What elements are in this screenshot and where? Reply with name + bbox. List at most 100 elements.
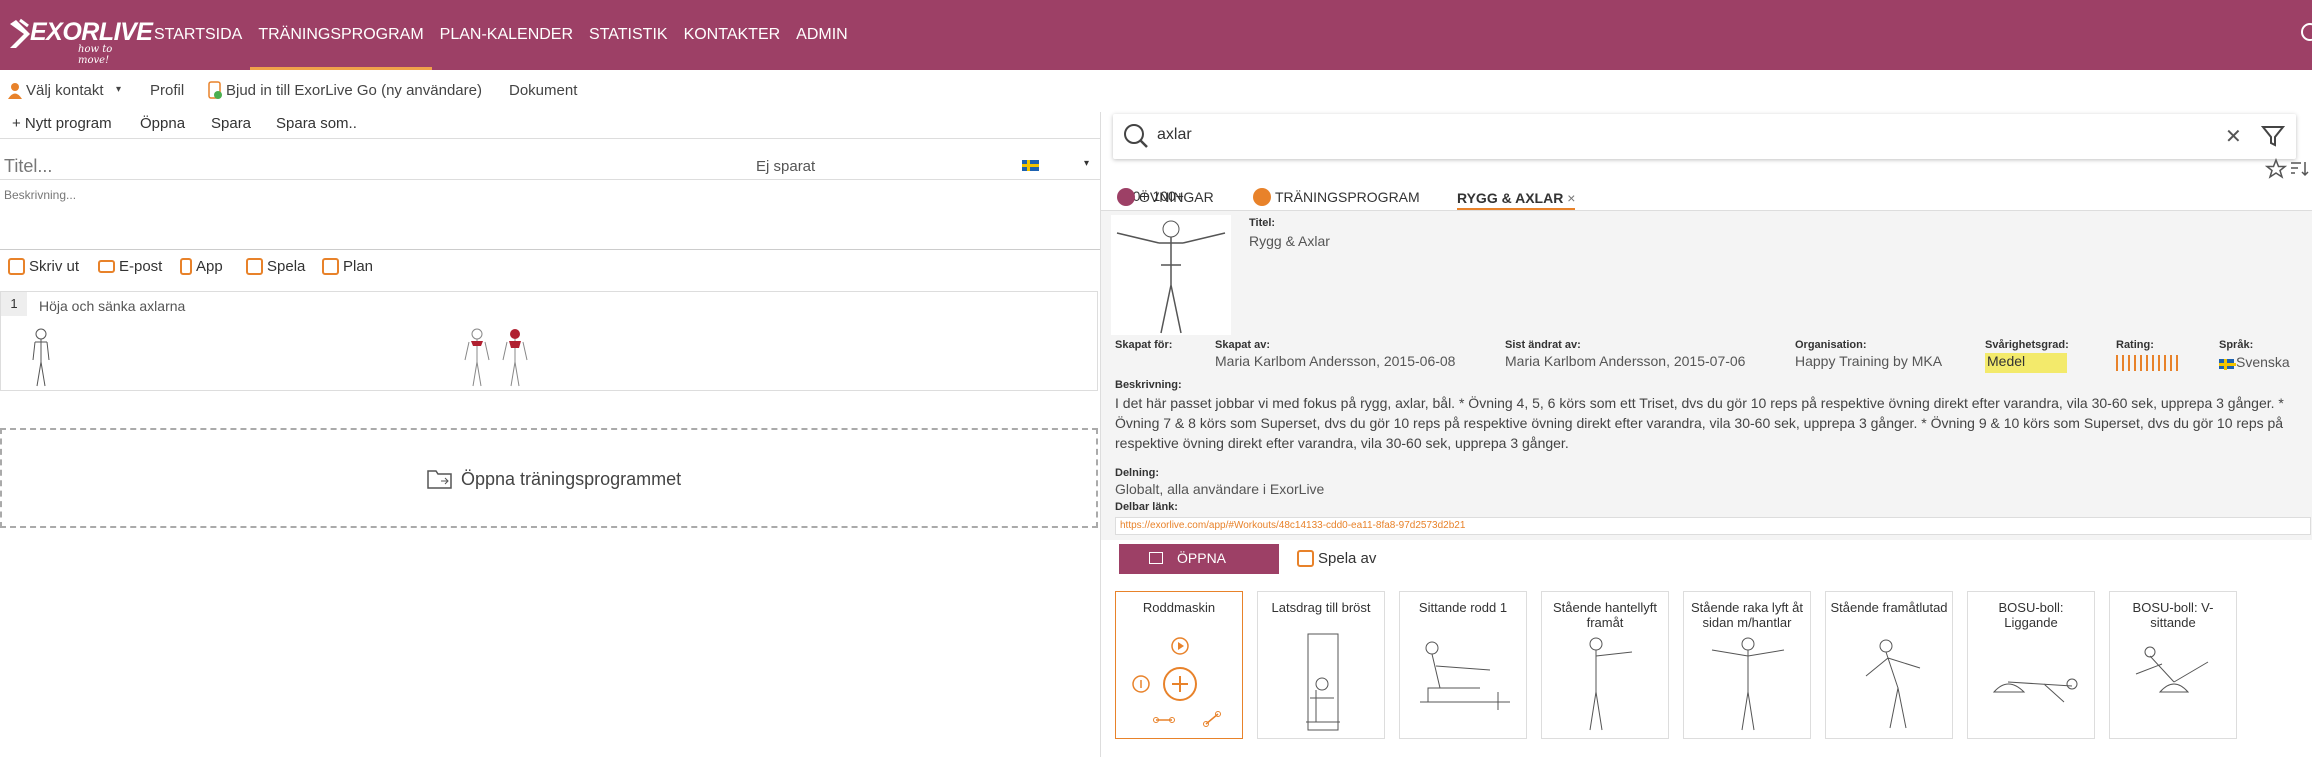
exercise-card[interactable]: Sittande rodd 1	[1399, 591, 1527, 739]
email-button[interactable]: E-post	[98, 258, 162, 275]
share-link[interactable]: https://exorlive.com/app/#Workouts/48c14…	[1115, 517, 2311, 535]
swedish-flag-icon[interactable]	[1022, 160, 1039, 171]
tab-programs[interactable]: TRÄNINGSPROGRAM	[1253, 188, 1420, 206]
open-program-button[interactable]: ÖPPNA	[1119, 544, 1279, 574]
clear-icon[interactable]: ✕	[2225, 124, 2242, 149]
exercise-card[interactable]: BOSU-boll: Liggande	[1967, 591, 2095, 739]
sort-icon[interactable]	[2289, 160, 2309, 178]
save-button[interactable]: Spara	[211, 115, 251, 132]
save-status: Ej sparat	[756, 158, 816, 175]
nav-kontakter[interactable]: KONTAKTER	[676, 0, 789, 70]
play-label: Spela	[267, 258, 306, 275]
changed-by: Maria Karlbom Andersson, 2015-07-06	[1505, 353, 1746, 369]
result-tabs: ÖVNINGAR 100+ TRÄNINGSPROGRAM 100+ RYGG …	[1117, 188, 2312, 212]
created-by-label: Skapat av:	[1215, 339, 1271, 351]
search-input[interactable]: axlar	[1157, 126, 1192, 144]
card-action-icons	[1132, 637, 1221, 727]
plan-button[interactable]: Plan	[322, 258, 373, 275]
description-label: Beskrivning:	[1115, 379, 1182, 391]
open-button[interactable]: Öppna	[140, 115, 185, 132]
exercise-image	[1865, 639, 1921, 729]
user-icon	[8, 83, 22, 99]
program-detail: Titel: Rygg & Axlar Skapat för: Skapat a…	[1101, 210, 2312, 540]
app-button[interactable]: App	[180, 258, 223, 275]
exercise-name: Höja och sänka axlarna	[39, 298, 186, 314]
exercise-image	[1589, 637, 1633, 731]
search-panel: axlar ✕ ÖVNINGAR 100+ TRÄNINGSPROGRAM 10…	[1100, 112, 2312, 757]
open-button-label: ÖPPNA	[1177, 550, 1227, 566]
exercise-image	[1711, 637, 1785, 731]
open-program-dropzone[interactable]: Öppna träningsprogrammet	[0, 428, 1098, 528]
profile-link[interactable]: Profil	[150, 82, 184, 99]
description-placeholder: Beskrivning...	[4, 188, 77, 202]
search-bar: axlar ✕	[1113, 114, 2296, 159]
save-as-button[interactable]: Spara som..	[276, 115, 357, 132]
exercise-card[interactable]: Roddmaskin	[1115, 591, 1243, 739]
language-label: Språk:	[2219, 339, 2254, 351]
play-button[interactable]: Spela	[246, 258, 305, 275]
exercise-card[interactable]: Latsdrag till bröst	[1257, 591, 1385, 739]
exercise-card[interactable]: Stående hantellyft framåt	[1541, 591, 1669, 739]
folder-icon	[427, 470, 452, 489]
program-icon	[1253, 188, 1271, 206]
print-button[interactable]: Skriv ut	[8, 258, 79, 275]
invite-link[interactable]: Bjud in till ExorLive Go (ny användare)	[226, 82, 482, 99]
exercise-card[interactable]: Stående raka lyft åt sidan m/hantlar	[1683, 591, 1811, 739]
exercise-image	[1306, 633, 1340, 731]
filter-icon[interactable]	[2261, 124, 2285, 148]
exercise-figure	[32, 328, 50, 387]
search-icon[interactable]	[2298, 22, 2312, 51]
logo-tagline: how to move!	[78, 44, 113, 66]
nav-statistik[interactable]: STATISTIK	[581, 0, 676, 70]
muscle-map-figure	[464, 328, 528, 387]
program-description-text: I det här passet jobbar vi med fokus på …	[1115, 395, 2284, 451]
title-label: Titel:	[1249, 217, 1276, 229]
mail-icon	[98, 260, 115, 273]
exercise-image	[2135, 646, 2209, 693]
exorlive-logo[interactable]: EXORLIVE how to move!	[8, 16, 153, 66]
program-toolbar: + Nytt program Öppna Spara Spara som..	[0, 112, 1100, 138]
phone-icon	[180, 258, 192, 275]
documents-link[interactable]: Dokument	[509, 82, 577, 99]
nav-traningsprogram[interactable]: TRÄNINGSPROGRAM	[250, 0, 433, 70]
difficulty-label: Svårighetsgrad:	[1985, 339, 2069, 351]
tab-rygg-axlar-label: RYGG & AXLAR	[1457, 190, 1564, 206]
program-editor: + Nytt program Öppna Spara Spara som.. T…	[0, 112, 1100, 757]
nav-startsida[interactable]: STARTSIDA	[146, 0, 250, 70]
exercise-image	[1420, 641, 1510, 710]
chevron-down-icon: ▾	[116, 84, 122, 95]
print-label: Skriv ut	[29, 258, 80, 275]
tab-programs-label: TRÄNINGSPROGRAM	[1275, 189, 1420, 205]
app-label: App	[196, 258, 223, 275]
exercise-card[interactable]: Stående framåtlutad	[1825, 591, 1953, 739]
star-icon[interactable]	[2265, 158, 2287, 180]
nav-plan-kalender[interactable]: PLAN-KALENDER	[432, 0, 581, 70]
main-nav: STARTSIDA TRÄNINGSPROGRAM PLAN-KALENDER …	[146, 0, 856, 70]
language: Svenska	[2236, 354, 2290, 370]
program-title: Rygg & Axlar	[1249, 233, 1330, 249]
chevron-down-icon[interactable]: ▾	[1084, 158, 1089, 169]
rating-label: Rating:	[2116, 339, 2154, 351]
plan-label: Plan	[343, 258, 374, 275]
phone-add-icon	[208, 81, 222, 99]
play-program-button[interactable]: Spela av	[1297, 550, 1376, 567]
program-description[interactable]: Beskrivning...	[0, 182, 1100, 250]
organisation-label: Organisation:	[1795, 339, 1867, 351]
exercise-card[interactable]: BOSU-boll: V-sittande	[2109, 591, 2237, 739]
play-program-label: Spela av	[1318, 550, 1377, 567]
exercise-item[interactable]: 1 Höja och sänka axlarna	[0, 291, 1098, 391]
tab-rygg-axlar[interactable]: RYGG & AXLAR ×	[1457, 190, 1576, 211]
swedish-flag-icon	[2219, 359, 2236, 370]
new-program-button[interactable]: + Nytt program	[12, 115, 112, 132]
contact-select[interactable]: Välj kontakt	[26, 82, 104, 99]
exercise-number: 1	[1, 292, 27, 316]
tab-exercises[interactable]: ÖVNINGAR	[1117, 188, 1214, 206]
created-by: Maria Karlbom Andersson, 2015-06-08	[1215, 353, 1456, 369]
exercise-image	[1992, 678, 2078, 703]
program-title-input[interactable]: Titel...	[4, 156, 52, 177]
play-icon	[246, 258, 263, 275]
dumbbell-icon	[1117, 188, 1135, 206]
close-tab-icon[interactable]: ×	[1567, 190, 1575, 206]
nav-admin[interactable]: ADMIN	[788, 0, 856, 70]
sharing-label: Delning:	[1115, 467, 1159, 479]
